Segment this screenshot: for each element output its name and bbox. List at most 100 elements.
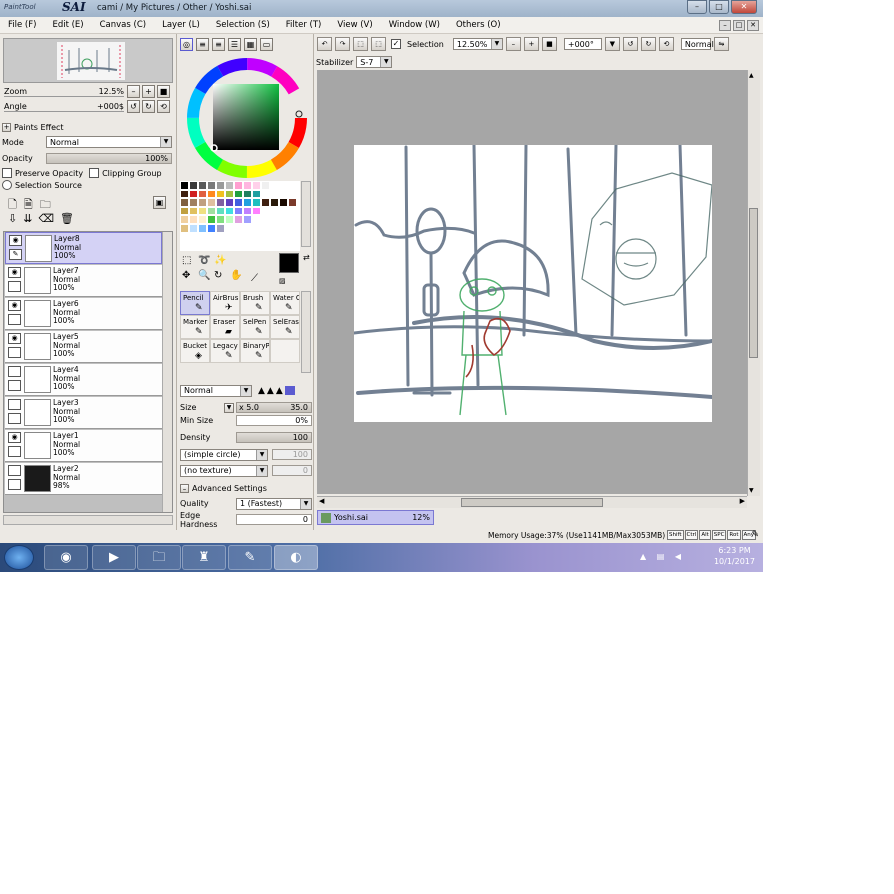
palette-swatch[interactable] [207, 215, 216, 224]
mdi-restore-button[interactable]: □ [733, 19, 745, 31]
palette-swatch[interactable] [198, 215, 207, 224]
rotate-right-button[interactable]: ↻ [142, 100, 155, 113]
zoom-reset-icon[interactable]: ■ [541, 37, 557, 51]
palette-swatch[interactable] [234, 223, 243, 233]
palette-swatch[interactable] [243, 198, 252, 207]
palette-scrollbar[interactable] [301, 181, 311, 247]
brush-shape-medium-icon[interactable]: ▲ [267, 386, 274, 396]
start-button[interactable] [4, 545, 34, 570]
hidden-eye-box-icon[interactable] [8, 366, 21, 377]
palette-swatch[interactable] [261, 198, 270, 207]
palette-swatch[interactable] [234, 206, 243, 216]
color-palette[interactable] [180, 181, 300, 251]
app-taskbar-icon[interactable]: ✎ [228, 545, 272, 570]
palette-swatch[interactable] [180, 189, 189, 199]
palette-swatch[interactable] [216, 198, 225, 207]
lock-box-icon[interactable] [8, 347, 21, 358]
flip-horizontal-icon[interactable]: ⇋ [713, 37, 729, 51]
edge-hardness-slider[interactable]: 0 [236, 514, 312, 525]
menu-layer[interactable]: Layer (L) [154, 20, 208, 30]
maximize-button[interactable]: □ [709, 0, 729, 14]
vertical-scroll-thumb[interactable] [749, 208, 758, 358]
lock-box-icon[interactable] [8, 281, 21, 292]
palette-swatch[interactable] [216, 223, 225, 233]
invert-selection-icon[interactable]: ⬚ [371, 37, 386, 51]
zoom-out-button[interactable]: – [127, 85, 140, 98]
palette-swatch[interactable] [198, 198, 207, 207]
merge-down-icon[interactable]: ⇊ [23, 212, 32, 225]
menu-file[interactable]: File (F) [0, 20, 44, 30]
layer-item[interactable]: ◉ Layer6 Normal 100% [5, 298, 162, 330]
zoom-select[interactable]: 12.50% ▼ [452, 38, 503, 50]
palette-swatch[interactable] [252, 223, 261, 233]
palette-swatch[interactable] [225, 181, 234, 190]
lock-box-icon[interactable] [8, 446, 21, 457]
palette-swatch[interactable] [234, 198, 243, 207]
document-tab[interactable]: Yoshi.sai 12% [317, 510, 434, 525]
layer-item[interactable]: Layer4 Normal 100% [5, 364, 162, 396]
scroll-down-icon[interactable]: ▼ [749, 487, 754, 494]
palette-swatch[interactable] [261, 215, 270, 224]
tool-airbrush[interactable]: AirBrush ✈ [210, 291, 240, 315]
palette-swatch[interactable] [207, 206, 216, 216]
palette-swatch[interactable] [252, 206, 261, 216]
layer-item[interactable]: Layer2 Normal 98% [5, 463, 162, 495]
drawing-canvas[interactable] [354, 145, 712, 422]
zoom-in-button[interactable]: + [142, 85, 155, 98]
transparent-color-icon[interactable]: ▨ [279, 277, 286, 285]
eye-icon[interactable]: ◉ [9, 235, 22, 246]
eye-icon[interactable]: ◉ [8, 300, 21, 311]
palette-swatch[interactable] [243, 189, 252, 199]
scroll-up-icon[interactable]: ▲ [749, 72, 754, 79]
palette-swatch[interactable] [207, 223, 216, 233]
palette-swatch[interactable] [180, 206, 189, 216]
palette-swatch[interactable] [288, 206, 297, 216]
palette-swatch[interactable] [279, 215, 288, 224]
network-icon[interactable]: ▤ [657, 552, 669, 561]
rotate-left-icon[interactable]: ↺ [622, 37, 638, 51]
pencil-lock-icon[interactable]: ✎ [9, 249, 22, 260]
horizontal-scroll-thumb[interactable] [461, 498, 603, 507]
palette-swatch[interactable] [252, 215, 261, 224]
magic-wand-icon[interactable]: ✨ [214, 255, 230, 270]
layer-item[interactable]: ◉ Layer7 Normal 100% [5, 265, 162, 297]
sai-taskbar-icon[interactable]: ◐ [274, 545, 318, 570]
palette-swatch[interactable] [252, 198, 261, 207]
rotate-reset-button[interactable]: ⟲ [157, 100, 170, 113]
undo-icon[interactable]: ↶ [317, 37, 332, 51]
texture-select[interactable]: (no texture) ▼ [180, 464, 268, 477]
eye-icon[interactable]: ◉ [8, 432, 21, 443]
size-slider[interactable]: x 5.0 35.0 [236, 402, 312, 413]
palette-swatch[interactable] [279, 181, 288, 190]
menu-view[interactable]: View (V) [329, 20, 380, 30]
palette-swatch[interactable] [243, 206, 252, 216]
palette-swatch[interactable] [189, 215, 198, 224]
texture-strength[interactable]: 0 [272, 465, 312, 476]
trash-icon[interactable]: 🗑 [60, 212, 74, 225]
file-explorer-taskbar-icon[interactable]: 🗀 [137, 545, 181, 570]
palette-swatch[interactable] [225, 223, 234, 233]
palette-swatch[interactable] [216, 189, 225, 199]
layer-list-scrollbar[interactable] [162, 232, 172, 512]
lock-box-icon[interactable] [8, 413, 21, 424]
palette-swatch[interactable] [279, 198, 288, 207]
palette-swatch[interactable] [288, 215, 297, 224]
min-size-slider[interactable]: 0% [236, 415, 312, 426]
hsv-slider-icon[interactable]: ≡ [212, 38, 225, 51]
zoom-reset-button[interactable]: ■ [157, 85, 170, 98]
angle-slider[interactable] [4, 111, 124, 115]
media-player-taskbar-icon[interactable]: ▶ [92, 545, 136, 570]
menu-selection[interactable]: Selection (S) [208, 20, 278, 30]
palette-swatch[interactable] [270, 215, 279, 224]
palette-swatch[interactable] [225, 189, 234, 199]
palette-swatch[interactable] [225, 215, 234, 224]
volume-icon[interactable]: ◀ [675, 552, 685, 561]
palette-swatch[interactable] [207, 189, 216, 199]
hand-icon[interactable]: ✋ [230, 270, 246, 285]
rotate-left-button[interactable]: ↺ [127, 100, 140, 113]
rgb-slider-icon[interactable]: ≡ [196, 38, 209, 51]
layer-item[interactable]: Layer3 Normal 100% [5, 397, 162, 429]
layer-list-hscrollbar[interactable] [3, 515, 173, 525]
palette-swatch[interactable] [225, 206, 234, 216]
preserve-opacity-checkbox[interactable] [2, 168, 12, 178]
